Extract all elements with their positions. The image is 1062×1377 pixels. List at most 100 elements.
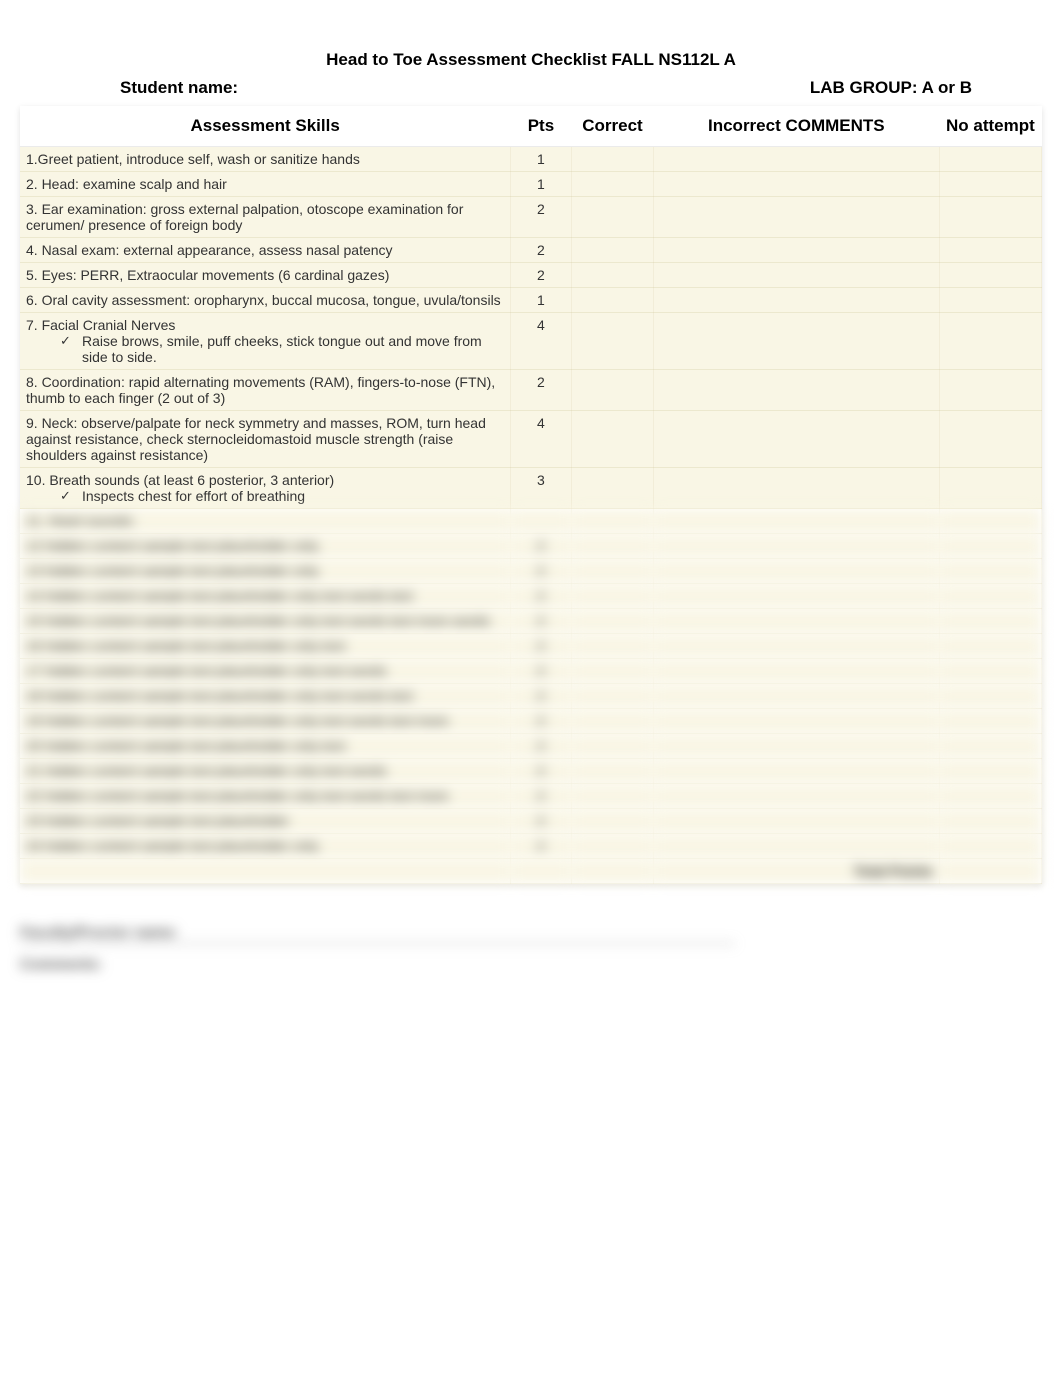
totals-label: Total Points [854,863,933,879]
incorrect-cell [653,534,939,559]
skill-cell: 8. Coordination: rapid alternating movem… [20,370,510,411]
student-name-label: Student name: [120,78,238,98]
incorrect-cell [653,411,939,468]
pts-cell: 1 [510,288,571,313]
table-row: 1.Greet patient, introduce self, wash or… [20,147,1042,172]
incorrect-cell [653,172,939,197]
noattempt-cell [939,313,1041,370]
correct-cell [572,859,654,884]
correct-cell [572,411,654,468]
correct-cell [572,313,654,370]
pts-cell: 2 [510,609,571,634]
correct-cell [572,834,654,859]
skill-text: 15 hidden content sample text placeholde… [26,613,490,629]
table-row: 16 hidden content sample text placeholde… [20,634,1042,659]
skill-text: 3. Ear examination: gross external palpa… [26,201,463,233]
skill-cell: 18 hidden content sample text placeholde… [20,684,510,709]
incorrect-cell [653,834,939,859]
incorrect-cell: Total Points [653,859,939,884]
skill-text: 10. Breath sounds (at least 6 posterior,… [26,472,334,488]
skill-text: 7. Facial Cranial Nerves [26,317,175,333]
incorrect-cell [653,584,939,609]
skill-text: 19 hidden content sample text placeholde… [26,713,449,729]
table-row: 8. Coordination: rapid alternating movem… [20,370,1042,411]
skill-sub-text: Raise brows, smile, puff cheeks, stick t… [26,333,504,365]
noattempt-cell [939,859,1041,884]
pts-cell: 4 [510,313,571,370]
skill-text: 13 hidden content sample text placeholde… [26,563,319,579]
noattempt-cell [939,238,1041,263]
pts-cell: 1 [510,147,571,172]
table-row: 7. Facial Cranial NervesRaise brows, smi… [20,313,1042,370]
table-row: 2. Head: examine scalp and hair1 [20,172,1042,197]
correct-cell [572,509,654,534]
skill-text: 2. Head: examine scalp and hair [26,176,227,192]
noattempt-cell [939,559,1041,584]
noattempt-cell [939,609,1041,634]
noattempt-cell [939,634,1041,659]
correct-cell [572,147,654,172]
skill-cell: 1.Greet patient, introduce self, wash or… [20,147,510,172]
lab-group-label: LAB GROUP: A or B [810,78,972,98]
correct-cell [572,709,654,734]
incorrect-cell [653,659,939,684]
pts-cell: 2 [510,709,571,734]
table-row: 13 hidden content sample text placeholde… [20,559,1042,584]
correct-cell [572,659,654,684]
skill-cell: 20 hidden content sample text placeholde… [20,734,510,759]
noattempt-cell [939,784,1041,809]
correct-cell [572,609,654,634]
pts-cell: 2 [510,559,571,584]
skill-cell: 9. Neck: observe/palpate for neck symmet… [20,411,510,468]
pts-cell: 2 [510,759,571,784]
pts-cell [510,859,571,884]
table-row: 21 hidden content sample text placeholde… [20,759,1042,784]
pts-cell: 4 [510,411,571,468]
skill-cell: 4. Nasal exam: external appearance, asse… [20,238,510,263]
correct-cell [572,559,654,584]
skill-cell: 5. Eyes: PERR, Extraocular movements (6 … [20,263,510,288]
noattempt-cell [939,147,1041,172]
skill-text: 8. Coordination: rapid alternating movem… [26,374,495,406]
correct-cell [572,370,654,411]
pts-cell: 2 [510,809,571,834]
noattempt-cell [939,411,1041,468]
noattempt-cell [939,759,1041,784]
table-row: 14 hidden content sample text placeholde… [20,584,1042,609]
table-row: 22 hidden content sample text placeholde… [20,784,1042,809]
table-row: 24 hidden content sample text placeholde… [20,834,1042,859]
correct-cell [572,734,654,759]
incorrect-cell [653,313,939,370]
incorrect-cell [653,559,939,584]
table-row: 3. Ear examination: gross external palpa… [20,197,1042,238]
incorrect-cell [653,734,939,759]
incorrect-cell [653,263,939,288]
noattempt-cell [939,684,1041,709]
correct-cell [572,238,654,263]
skill-text: 14 hidden content sample text placeholde… [26,588,413,604]
correct-cell [572,288,654,313]
table-header-row: Assessment Skills Pts Correct Incorrect … [20,106,1042,147]
noattempt-cell [939,709,1041,734]
correct-cell [572,784,654,809]
skill-cell: 23 hidden content sample text placeholde… [20,809,510,834]
incorrect-cell [653,809,939,834]
incorrect-cell [653,709,939,734]
col-noattempt: No attempt [939,106,1041,147]
skill-cell: 13 hidden content sample text placeholde… [20,559,510,584]
skill-cell: 22 hidden content sample text placeholde… [20,784,510,809]
table-row: 10. Breath sounds (at least 6 posterior,… [20,468,1042,509]
pts-cell: 2 [510,370,571,411]
skill-text: 5. Eyes: PERR, Extraocular movements (6 … [26,267,389,283]
skill-cell: 6. Oral cavity assessment: oropharynx, b… [20,288,510,313]
skill-text: 1.Greet patient, introduce self, wash or… [26,151,360,167]
skill-cell: 19 hidden content sample text placeholde… [20,709,510,734]
table-row: 17 hidden content sample text placeholde… [20,659,1042,684]
pts-cell: 2 [510,734,571,759]
pts-cell: 2 [510,534,571,559]
pts-cell: 3 [510,468,571,509]
col-pts: Pts [510,106,571,147]
incorrect-cell [653,288,939,313]
incorrect-cell [653,468,939,509]
col-correct: Correct [572,106,654,147]
